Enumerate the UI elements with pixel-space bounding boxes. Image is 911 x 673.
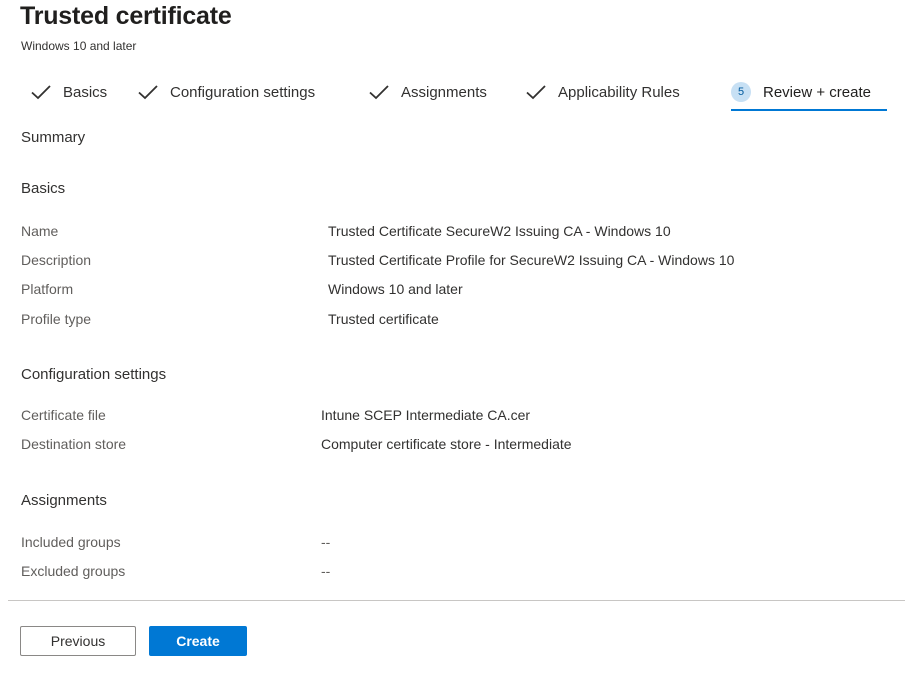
page-title: Trusted certificate — [20, 2, 232, 30]
page-subtitle: Windows 10 and later — [21, 39, 137, 53]
profile-type-value: Trusted certificate — [328, 311, 439, 327]
step-label: Review + create — [763, 83, 871, 101]
step-assignments[interactable]: Assignments — [367, 72, 487, 112]
included-groups-value: -- — [321, 534, 331, 550]
previous-button[interactable]: Previous — [20, 626, 136, 656]
destination-store-label: Destination store — [21, 436, 127, 452]
configuration-settings-heading: Configuration settings — [21, 366, 167, 383]
basics-heading: Basics — [21, 180, 66, 197]
destination-store-value: Computer certificate store - Intermediat… — [321, 436, 572, 452]
platform-label: Platform — [21, 281, 74, 297]
checkmark-icon — [136, 80, 160, 104]
certificate-file-value: Intune SCEP Intermediate CA.cer — [321, 407, 531, 423]
platform-value: Windows 10 and later — [328, 281, 463, 297]
step-basics[interactable]: Basics — [29, 72, 107, 112]
step-label: Assignments — [401, 83, 487, 101]
step-number-badge: 5 — [731, 82, 751, 102]
name-label: Name — [21, 223, 59, 239]
included-groups-label: Included groups — [21, 534, 121, 550]
summary-heading: Summary — [21, 129, 86, 146]
description-value: Trusted Certificate Profile for SecureW2… — [328, 252, 735, 268]
checkmark-icon — [524, 80, 548, 104]
excluded-groups-label: Excluded groups — [21, 563, 126, 579]
checkmark-icon — [29, 80, 53, 104]
footer-divider — [8, 600, 905, 601]
step-label: Basics — [63, 83, 108, 101]
certificate-file-label: Certificate file — [21, 407, 106, 423]
active-step-underline — [731, 109, 887, 111]
profile-type-label: Profile type — [21, 311, 92, 327]
step-applicability-rules[interactable]: Applicability Rules — [524, 72, 680, 112]
step-label: Configuration settings — [170, 83, 316, 101]
description-label: Description — [21, 252, 92, 268]
excluded-groups-value: -- — [321, 563, 331, 579]
assignments-heading: Assignments — [21, 492, 107, 509]
checkmark-icon — [367, 80, 391, 104]
name-value: Trusted Certificate SecureW2 Issuing CA … — [328, 223, 671, 239]
wizard-steps: Basics Configuration settings Assignment… — [20, 72, 911, 114]
step-label: Applicability Rules — [558, 83, 680, 101]
step-review-create[interactable]: 5 Review + create — [731, 72, 887, 112]
step-configuration-settings[interactable]: Configuration settings — [136, 72, 315, 112]
create-button[interactable]: Create — [149, 626, 247, 656]
